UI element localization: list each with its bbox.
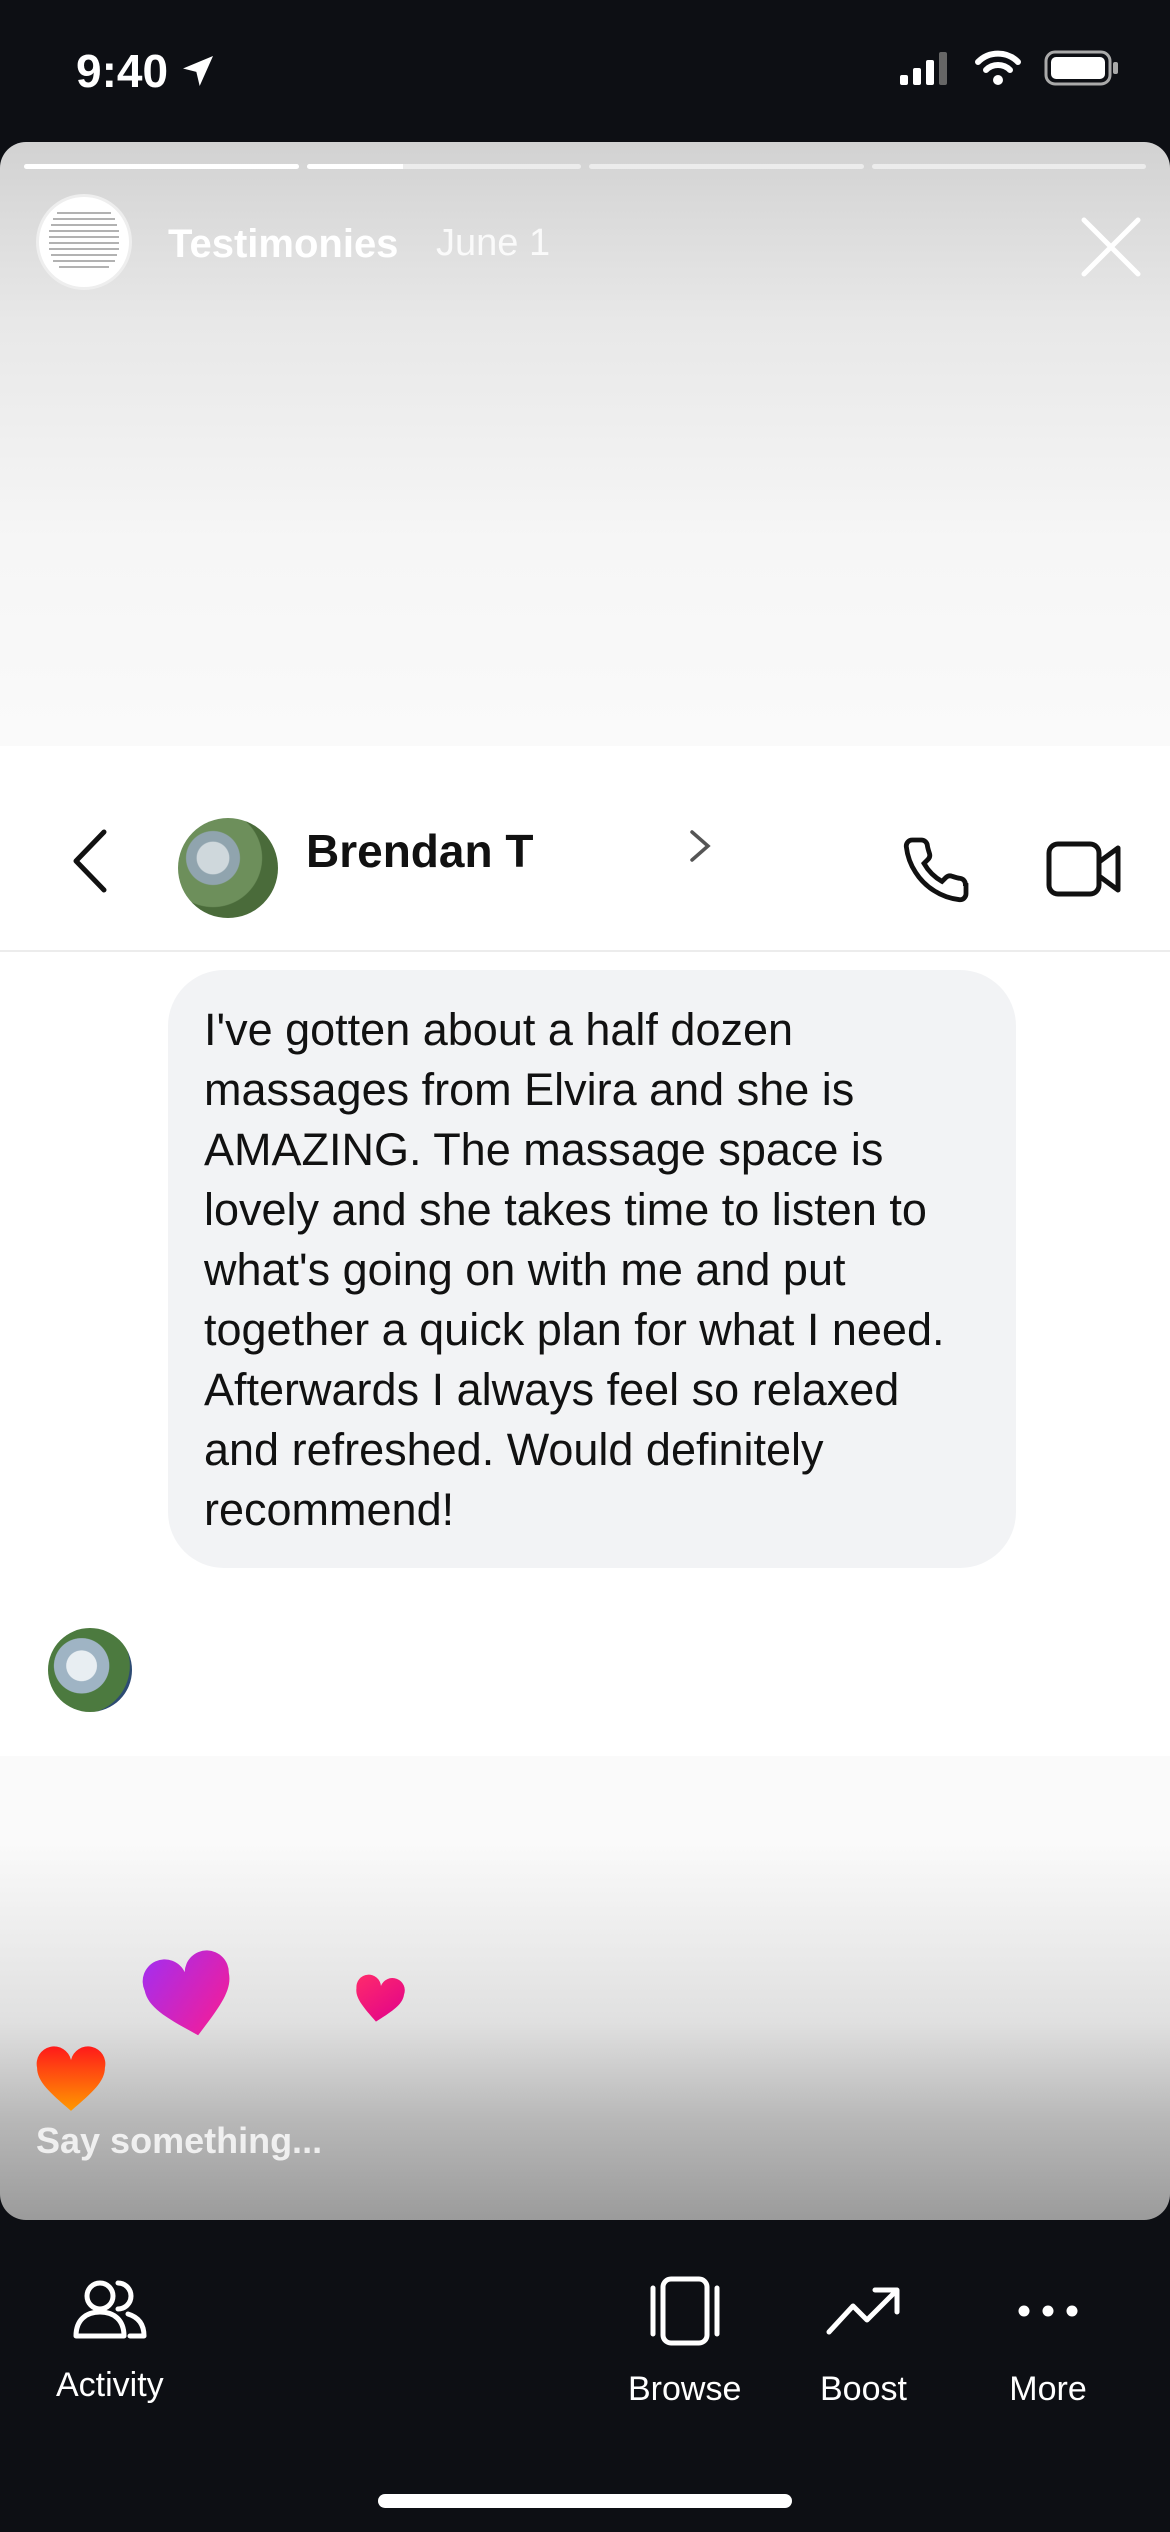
story-title[interactable]: Testimonies (168, 222, 398, 267)
browse-label: Browse (628, 2370, 742, 2408)
close-button[interactable] (1078, 214, 1144, 285)
cellular-signal-icon (900, 52, 947, 85)
video-call-button[interactable] (1046, 838, 1122, 905)
progress-segment (871, 164, 1146, 169)
activity-label: Activity (56, 2366, 164, 2404)
story-avatar[interactable] (36, 194, 132, 290)
more-dots-icon (1018, 2305, 1078, 2317)
heart-reaction-icon (36, 2046, 106, 2111)
heart-reaction-icon (142, 1950, 230, 2036)
story-date: June 1 (436, 222, 551, 264)
home-indicator[interactable] (378, 2494, 792, 2508)
progress-segment (24, 164, 299, 169)
message-text: I've gotten about a half dozen massages … (204, 1004, 945, 1535)
close-icon (1081, 217, 1141, 277)
contact-avatar[interactable] (178, 818, 278, 918)
wifi-icon (975, 50, 1021, 85)
story-card[interactable]: Testimonies June 1 Brendan T I've gotten… (0, 142, 1170, 2220)
more-button[interactable]: More (1008, 2276, 1088, 2409)
story-toolbar: Activity Browse Boost More (0, 2220, 1170, 2532)
chevron-right-icon (690, 830, 711, 862)
battery-icon (1044, 50, 1118, 86)
conversation-screenshot: Brendan T I've gotten about a half dozen… (0, 746, 1170, 1756)
progress-segment (306, 164, 581, 169)
video-camera-icon (1046, 841, 1121, 897)
back-chevron-icon (73, 829, 107, 893)
boost-label: Boost (820, 2370, 907, 2408)
sender-avatar (48, 1628, 132, 1712)
contact-chevron[interactable] (688, 828, 712, 869)
trending-up-icon (826, 2287, 900, 2335)
avatar-text-preview (49, 212, 119, 268)
reply-input[interactable]: Say something... (36, 2120, 322, 2162)
call-button[interactable] (900, 834, 972, 911)
status-bar-time: 9:40 (76, 44, 218, 98)
back-button[interactable] (70, 828, 110, 899)
activity-button[interactable]: Activity (56, 2276, 164, 2405)
phone-icon (903, 837, 969, 903)
contact-name[interactable]: Brendan T (306, 824, 533, 878)
boost-button[interactable]: Boost (820, 2276, 907, 2409)
message-bubble: I've gotten about a half dozen massages … (168, 970, 1016, 1568)
status-bar-icons (900, 50, 1120, 86)
people-icon (73, 2280, 147, 2339)
progress-segment (589, 164, 864, 169)
location-arrow-icon (183, 56, 214, 86)
story-progress (24, 164, 1146, 169)
heart-reaction-icon (356, 1974, 405, 2022)
more-label: More (1009, 2370, 1087, 2408)
browse-button[interactable]: Browse (628, 2276, 741, 2409)
conversation-header: Brendan T (0, 746, 1170, 952)
browse-cards-icon (650, 2276, 720, 2346)
